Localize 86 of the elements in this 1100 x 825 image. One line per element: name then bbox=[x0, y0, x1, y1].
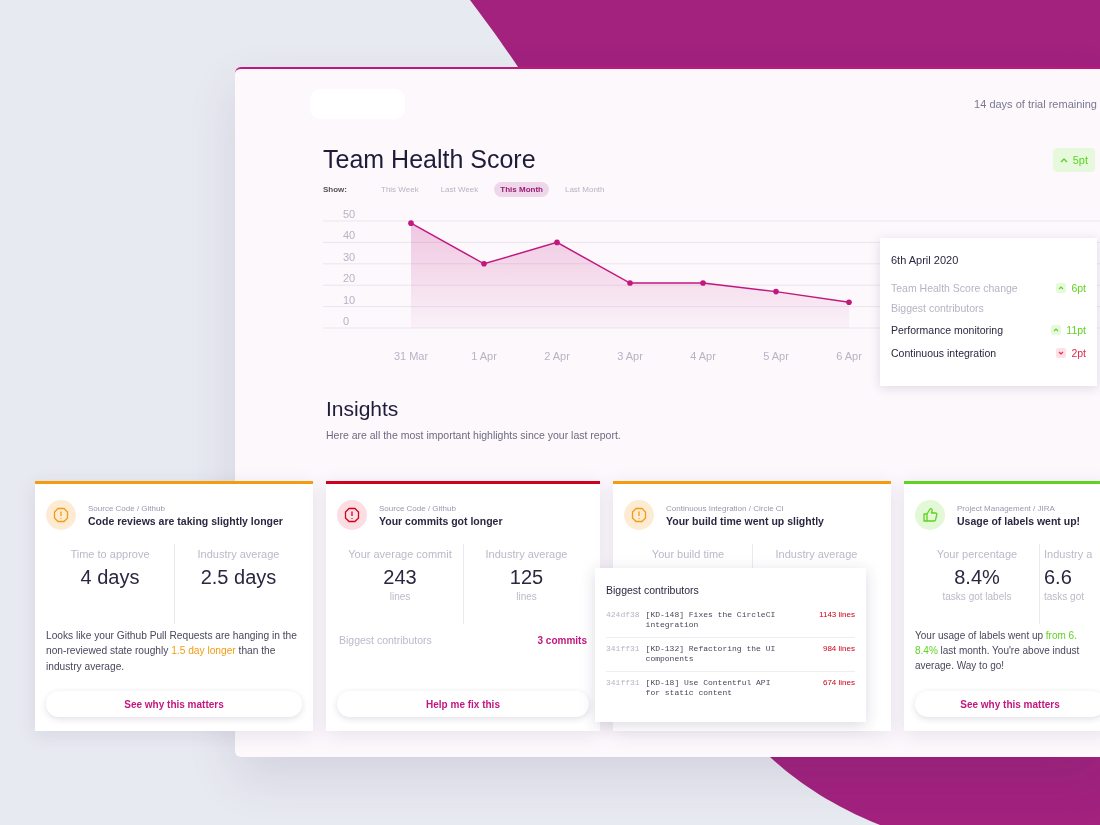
card-title: Your commits got longer bbox=[379, 514, 503, 527]
axis-label: 5 Apr bbox=[763, 350, 789, 362]
axis-label: 10 bbox=[343, 293, 356, 306]
contributors-label: Biggest contributors bbox=[339, 634, 432, 646]
card-action-button[interactable]: See why this matters bbox=[915, 691, 1100, 717]
data-point bbox=[846, 299, 852, 306]
line-count: 1143 lines bbox=[819, 610, 855, 621]
change-value: 2pt bbox=[1056, 346, 1086, 359]
axis-label: 0 bbox=[343, 315, 350, 327]
tooltip-date: 6th April 2020 bbox=[891, 254, 960, 266]
thumbs-up-icon bbox=[915, 500, 945, 530]
axis-label: 20 bbox=[343, 272, 356, 285]
metric-value: 2.5 days bbox=[199, 566, 278, 589]
commit-message: [KD-132] Refactoring the UI components bbox=[645, 643, 777, 665]
metric-label: Your build time bbox=[650, 548, 726, 560]
card-title: Usage of labels went up! bbox=[957, 514, 1081, 527]
change-value: 11pt bbox=[1051, 323, 1086, 336]
card-category: Source Code / Github bbox=[88, 503, 166, 513]
metric-value: 243 bbox=[382, 566, 418, 589]
axis-label: 2 Apr bbox=[544, 350, 570, 362]
card-category: Project Management / JIRA bbox=[957, 503, 1056, 513]
card-description: Looks like your Github Pull Requests are hanging in the non-reviewed state roughly 1.5 day longer than the industry average. bbox=[46, 629, 298, 674]
metric-label: Your percentage bbox=[935, 548, 1019, 560]
card-description: Your usage of labels went up from 6. 8.4% last month. You're above indust average. Way to go! bbox=[915, 629, 1081, 673]
metric-value: 4 days bbox=[79, 566, 141, 589]
card-action-button[interactable]: Help me fix this bbox=[337, 691, 589, 717]
score-change-badge: 5pt bbox=[1052, 147, 1095, 172]
data-point bbox=[773, 288, 779, 295]
axis-label: 30 bbox=[343, 250, 356, 263]
axis-label: 50 bbox=[343, 209, 356, 220]
metric-label: Industry average bbox=[484, 548, 569, 560]
trial-notice: 14 days of trial remaining bbox=[974, 98, 1097, 110]
metric-value: 6.6 bbox=[1044, 566, 1073, 589]
line-count: 984 lines bbox=[822, 643, 855, 655]
metric-unit: lines bbox=[388, 591, 412, 602]
axis-label: 4 Apr bbox=[690, 350, 716, 362]
caret-icon bbox=[1059, 156, 1068, 163]
commits-link[interactable]: 3 commits bbox=[537, 634, 587, 646]
metric-unit: tasks got labels bbox=[941, 591, 1013, 602]
metric-unit: lines bbox=[515, 591, 538, 602]
axis-label: 1 Apr bbox=[471, 350, 497, 362]
caret-up-icon bbox=[1056, 283, 1067, 293]
metric-label: Time to approve bbox=[69, 548, 151, 560]
data-point bbox=[481, 261, 487, 267]
period-tab[interactable]: This Month bbox=[494, 182, 549, 197]
metric-label: Industry average bbox=[196, 548, 281, 560]
axis-label: 31 Mar bbox=[393, 350, 429, 362]
axis-label: 3 Apr bbox=[617, 350, 643, 362]
change-value: 6pt bbox=[1056, 282, 1086, 294]
card-action-button[interactable]: See why this matters bbox=[46, 691, 302, 717]
line-count: 674 lines bbox=[822, 677, 855, 688]
axis-label: 6 Apr bbox=[836, 350, 862, 362]
metric-value: 125 bbox=[508, 566, 545, 589]
data-point bbox=[554, 239, 560, 246]
metric-value: 8.4% bbox=[953, 566, 1001, 589]
warning-icon bbox=[337, 500, 367, 530]
metric-unit: tasks got bbox=[1044, 591, 1086, 602]
warning-icon bbox=[624, 500, 654, 530]
card-category: Source Code / Github bbox=[379, 503, 457, 513]
caret-up-icon bbox=[1051, 324, 1062, 335]
metric-label: Your average commit bbox=[347, 548, 453, 560]
commit-message: [KD-18] Use Contentful API for static content bbox=[645, 677, 772, 699]
data-point bbox=[627, 280, 633, 286]
data-point bbox=[408, 220, 414, 226]
card-title: Your build time went up slightly bbox=[666, 514, 824, 527]
page-title: Team Health Score bbox=[323, 145, 536, 174]
commit-message: [KD-148] Fixes the CircleCI integration bbox=[645, 610, 777, 631]
tooltip-label: Continuous integration bbox=[891, 346, 997, 359]
data-point bbox=[700, 280, 706, 286]
axis-label: 40 bbox=[343, 229, 356, 242]
metric-label: Industry average bbox=[774, 548, 859, 560]
section-subtitle: Here are all the most important highlights since your last report. bbox=[326, 429, 622, 441]
filter-label: Show: bbox=[323, 185, 347, 194]
popover-title: Biggest contributors bbox=[606, 584, 700, 596]
warning-icon bbox=[46, 500, 76, 530]
caret-down-icon bbox=[1056, 347, 1067, 358]
card-category: Continuous Integration / Circle CI bbox=[666, 503, 785, 513]
tooltip-label: Team Health Score change bbox=[891, 282, 1018, 294]
tooltip-label: Biggest contributors bbox=[891, 302, 984, 314]
section-title: Insights bbox=[326, 397, 400, 421]
tooltip-label: Performance monitoring bbox=[891, 323, 1004, 336]
metric-label: Industry a bbox=[1044, 548, 1094, 560]
card-title: Code reviews are taking slightly longer bbox=[88, 514, 283, 527]
commit-hash: 341ff31 bbox=[606, 643, 640, 655]
commit-hash: 424df38 bbox=[606, 610, 640, 621]
commit-hash: 341ff31 bbox=[606, 677, 640, 688]
